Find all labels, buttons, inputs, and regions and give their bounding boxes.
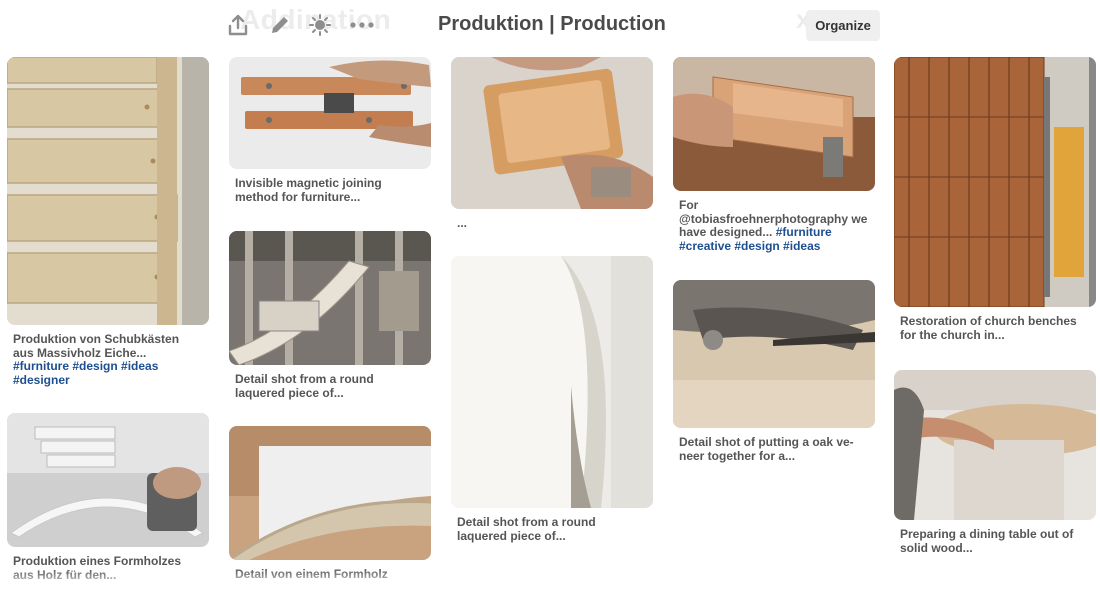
sparkle-icon[interactable] <box>308 12 332 38</box>
pin-card[interactable]: Detail von einem Formholz <box>229 426 431 582</box>
pin-card[interactable]: Detail shot from a round laquered piece … <box>229 231 431 400</box>
pin-image[interactable] <box>894 370 1096 520</box>
pin-image[interactable] <box>229 426 431 560</box>
pin-image[interactable] <box>673 280 875 428</box>
pin-description: For @tobiasfroehnerphotography we have d… <box>673 191 875 253</box>
pin-card[interactable]: Detail shot of putting a oak ve-neer tog… <box>673 280 875 463</box>
pin-card[interactable]: Detail shot from a round laquered piece … <box>451 256 653 543</box>
pin-card[interactable]: Produktion eines Formholzes aus Holz für… <box>7 413 209 582</box>
pin-card[interactable]: Produktion von Schubkästen aus Massivhol… <box>7 57 209 387</box>
pin-description: Detail shot from a round laquered piece … <box>235 372 374 400</box>
pin-card[interactable]: For @tobiasfroehnerphotography we have d… <box>673 57 875 253</box>
pin-card[interactable]: Restoration of church benches for the ch… <box>894 57 1096 342</box>
pin-image[interactable] <box>451 57 653 209</box>
pencil-icon[interactable] <box>267 12 291 38</box>
pin-card[interactable]: Preparing a dining table out of solid wo… <box>894 370 1096 555</box>
pin-hashtags[interactable]: #furniture #design #ideas #designer <box>13 359 158 387</box>
pin-description-text: For @tobiasfroehnerphotography we have d… <box>679 198 868 239</box>
pin-description: Detail shot of putting a oak ve-neer tog… <box>679 435 854 463</box>
board-header: Addination x Produktion | Production Org… <box>0 0 1100 50</box>
pin-description: Detail shot from a round laquered piece … <box>457 515 596 543</box>
bottom-fade <box>0 569 1100 589</box>
pin-card[interactable]: ... <box>451 57 653 231</box>
pin-description: Produktion von Schubkästen aus Massivhol… <box>7 325 209 387</box>
pin-description: Invisible magnetic joining method for fu… <box>235 176 382 204</box>
pin-image[interactable] <box>229 57 431 169</box>
organize-button[interactable]: Organize <box>806 10 880 41</box>
pin-image[interactable] <box>7 57 209 325</box>
board-title: Produktion | Production <box>438 13 666 35</box>
pin-image[interactable] <box>673 57 875 191</box>
pin-card[interactable]: Invisible magnetic joining method for fu… <box>229 57 431 204</box>
pin-image[interactable] <box>229 231 431 365</box>
upload-icon[interactable] <box>226 12 250 38</box>
pin-description: Preparing a dining table out of solid wo… <box>900 527 1074 555</box>
pin-description-text: Produktion von Schubkästen aus Massivhol… <box>13 332 180 360</box>
pin-description: ... <box>457 216 468 230</box>
more-icon[interactable] <box>348 12 376 38</box>
pin-image[interactable] <box>7 413 209 547</box>
pin-image[interactable] <box>451 256 653 508</box>
pin-image[interactable] <box>894 57 1096 307</box>
pin-description: Restoration of church benches for the ch… <box>900 314 1077 342</box>
